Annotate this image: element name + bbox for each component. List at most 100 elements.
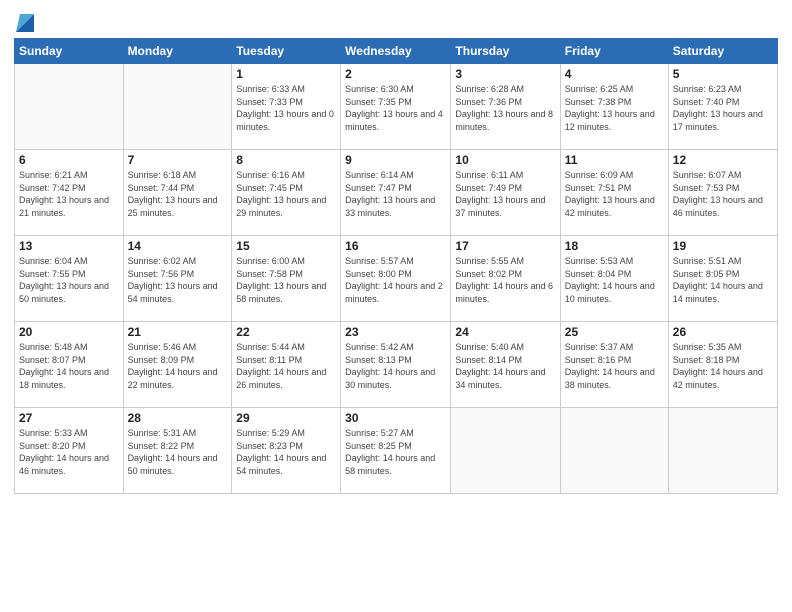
weekday-header-wednesday: Wednesday [341,39,451,64]
day-number: 18 [565,239,664,253]
header [14,10,778,32]
logo-icon [16,10,34,32]
day-number: 13 [19,239,119,253]
calendar-cell [451,408,560,494]
day-info: Sunrise: 6:14 AM Sunset: 7:47 PM Dayligh… [345,169,446,219]
weekday-header-sunday: Sunday [15,39,124,64]
day-info: Sunrise: 6:28 AM Sunset: 7:36 PM Dayligh… [455,83,555,133]
day-info: Sunrise: 5:37 AM Sunset: 8:16 PM Dayligh… [565,341,664,391]
day-number: 15 [236,239,336,253]
day-number: 5 [673,67,773,81]
calendar-cell: 3 Sunrise: 6:28 AM Sunset: 7:36 PM Daylig… [451,64,560,150]
calendar-cell: 27 Sunrise: 5:33 AM Sunset: 8:20 PM Dayli… [15,408,124,494]
calendar-cell: 1 Sunrise: 6:33 AM Sunset: 7:33 PM Daylig… [232,64,341,150]
day-info: Sunrise: 6:16 AM Sunset: 7:45 PM Dayligh… [236,169,336,219]
day-number: 19 [673,239,773,253]
calendar-cell: 17 Sunrise: 5:55 AM Sunset: 8:02 PM Dayli… [451,236,560,322]
day-number: 14 [128,239,228,253]
calendar-cell: 21 Sunrise: 5:46 AM Sunset: 8:09 PM Dayli… [123,322,232,408]
day-number: 4 [565,67,664,81]
day-info: Sunrise: 6:00 AM Sunset: 7:58 PM Dayligh… [236,255,336,305]
day-number: 20 [19,325,119,339]
day-number: 17 [455,239,555,253]
calendar-week-4: 20Sunrise: 5:48 AM Sunset: 8:07 PM Dayli… [15,322,778,408]
calendar-cell [123,64,232,150]
weekday-header-friday: Friday [560,39,668,64]
calendar-cell: 7Sunrise: 6:18 AM Sunset: 7:44 PM Daylig… [123,150,232,236]
weekday-header-tuesday: Tuesday [232,39,341,64]
calendar-cell: 20Sunrise: 5:48 AM Sunset: 8:07 PM Dayli… [15,322,124,408]
day-number: 16 [345,239,446,253]
calendar-cell: 4 Sunrise: 6:25 AM Sunset: 7:38 PM Daylig… [560,64,668,150]
day-number: 27 [19,411,119,425]
logo [14,10,34,32]
day-info: Sunrise: 6:33 AM Sunset: 7:33 PM Dayligh… [236,83,336,133]
calendar-cell: 14 Sunrise: 6:02 AM Sunset: 7:56 PM Dayli… [123,236,232,322]
day-info: Sunrise: 5:31 AM Sunset: 8:22 PM Dayligh… [128,427,228,477]
calendar-cell: 30 Sunrise: 5:27 AM Sunset: 8:25 PM Dayli… [341,408,451,494]
calendar-week-1: 1 Sunrise: 6:33 AM Sunset: 7:33 PM Daylig… [15,64,778,150]
page: SundayMondayTuesdayWednesdayThursdayFrid… [0,0,792,612]
calendar-week-3: 13 Sunrise: 6:04 AM Sunset: 7:55 PM Dayli… [15,236,778,322]
day-number: 25 [565,325,664,339]
day-number: 3 [455,67,555,81]
day-number: 21 [128,325,228,339]
day-number: 29 [236,411,336,425]
day-number: 23 [345,325,446,339]
day-number: 10 [455,153,555,167]
day-info: Sunrise: 5:27 AM Sunset: 8:25 PM Dayligh… [345,427,446,477]
calendar-cell: 24 Sunrise: 5:40 AM Sunset: 8:14 PM Dayli… [451,322,560,408]
day-number: 28 [128,411,228,425]
calendar-cell: 13 Sunrise: 6:04 AM Sunset: 7:55 PM Dayli… [15,236,124,322]
calendar-table: SundayMondayTuesdayWednesdayThursdayFrid… [14,38,778,494]
calendar-cell: 12Sunrise: 6:07 AM Sunset: 7:53 PM Dayli… [668,150,777,236]
calendar-cell: 22 Sunrise: 5:44 AM Sunset: 8:11 PM Dayli… [232,322,341,408]
day-info: Sunrise: 5:51 AM Sunset: 8:05 PM Dayligh… [673,255,773,305]
calendar-cell: 28 Sunrise: 5:31 AM Sunset: 8:22 PM Dayli… [123,408,232,494]
day-info: Sunrise: 5:57 AM Sunset: 8:00 PM Dayligh… [345,255,446,305]
calendar-week-5: 27 Sunrise: 5:33 AM Sunset: 8:20 PM Dayli… [15,408,778,494]
calendar-cell [15,64,124,150]
weekday-header-saturday: Saturday [668,39,777,64]
day-number: 22 [236,325,336,339]
day-info: Sunrise: 5:44 AM Sunset: 8:11 PM Dayligh… [236,341,336,391]
calendar-cell: 10 Sunrise: 6:11 AM Sunset: 7:49 PM Dayli… [451,150,560,236]
calendar-cell: 8 Sunrise: 6:16 AM Sunset: 7:45 PM Daylig… [232,150,341,236]
calendar-cell: 9 Sunrise: 6:14 AM Sunset: 7:47 PM Daylig… [341,150,451,236]
day-info: Sunrise: 5:40 AM Sunset: 8:14 PM Dayligh… [455,341,555,391]
day-number: 11 [565,153,664,167]
calendar-cell: 19 Sunrise: 5:51 AM Sunset: 8:05 PM Dayli… [668,236,777,322]
day-number: 30 [345,411,446,425]
calendar-cell: 25 Sunrise: 5:37 AM Sunset: 8:16 PM Dayli… [560,322,668,408]
day-number: 8 [236,153,336,167]
day-number: 1 [236,67,336,81]
day-info: Sunrise: 5:55 AM Sunset: 8:02 PM Dayligh… [455,255,555,305]
day-number: 24 [455,325,555,339]
day-info: Sunrise: 6:04 AM Sunset: 7:55 PM Dayligh… [19,255,119,305]
calendar-cell: 26 Sunrise: 5:35 AM Sunset: 8:18 PM Dayli… [668,322,777,408]
weekday-header-monday: Monday [123,39,232,64]
calendar-cell: 23 Sunrise: 5:42 AM Sunset: 8:13 PM Dayli… [341,322,451,408]
day-info: Sunrise: 6:11 AM Sunset: 7:49 PM Dayligh… [455,169,555,219]
day-info: Sunrise: 6:23 AM Sunset: 7:40 PM Dayligh… [673,83,773,133]
day-info: Sunrise: 5:35 AM Sunset: 8:18 PM Dayligh… [673,341,773,391]
calendar-cell: 15 Sunrise: 6:00 AM Sunset: 7:58 PM Dayli… [232,236,341,322]
day-info: Sunrise: 5:33 AM Sunset: 8:20 PM Dayligh… [19,427,119,477]
day-info: Sunrise: 6:18 AM Sunset: 7:44 PM Dayligh… [128,169,228,219]
day-number: 6 [19,153,119,167]
calendar-cell: 16 Sunrise: 5:57 AM Sunset: 8:00 PM Dayli… [341,236,451,322]
calendar-cell: 11Sunrise: 6:09 AM Sunset: 7:51 PM Dayli… [560,150,668,236]
calendar-week-2: 6 Sunrise: 6:21 AM Sunset: 7:42 PM Daylig… [15,150,778,236]
day-info: Sunrise: 5:53 AM Sunset: 8:04 PM Dayligh… [565,255,664,305]
weekday-header-thursday: Thursday [451,39,560,64]
day-info: Sunrise: 5:46 AM Sunset: 8:09 PM Dayligh… [128,341,228,391]
day-info: Sunrise: 6:02 AM Sunset: 7:56 PM Dayligh… [128,255,228,305]
calendar-cell [560,408,668,494]
day-number: 26 [673,325,773,339]
day-info: Sunrise: 5:42 AM Sunset: 8:13 PM Dayligh… [345,341,446,391]
day-number: 9 [345,153,446,167]
day-info: Sunrise: 6:25 AM Sunset: 7:38 PM Dayligh… [565,83,664,133]
day-info: Sunrise: 6:21 AM Sunset: 7:42 PM Dayligh… [19,169,119,219]
day-number: 2 [345,67,446,81]
day-info: Sunrise: 6:07 AM Sunset: 7:53 PM Dayligh… [673,169,773,219]
